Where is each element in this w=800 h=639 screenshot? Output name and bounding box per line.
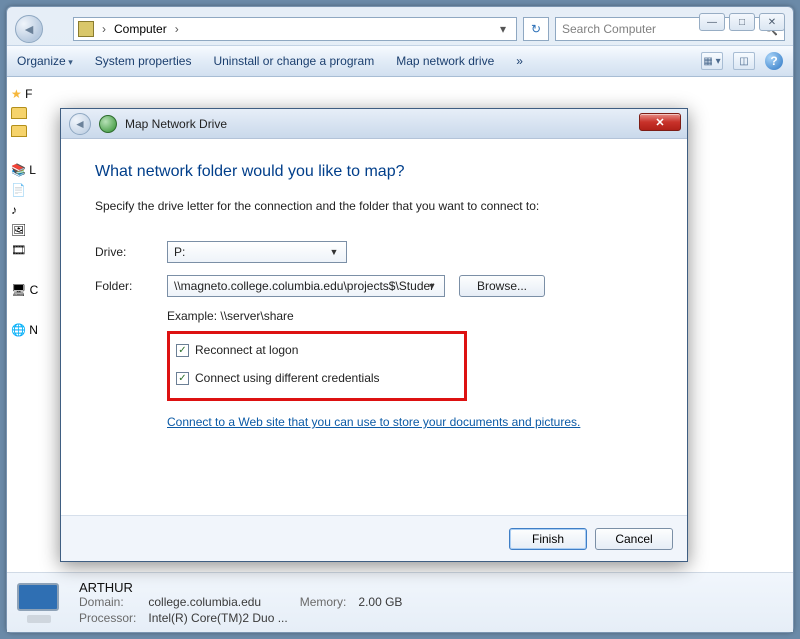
network-drive-icon [99,115,117,133]
breadcrumb-computer[interactable]: Computer [114,22,167,36]
close-window-button[interactable]: ✕ [759,13,785,31]
folder-combobox[interactable]: \\magneto.college.columbia.edu\projects$… [167,275,445,297]
videos-icon[interactable]: 🎞 [11,243,43,257]
breadcrumb-sep: › [98,22,110,36]
sidebar-computer[interactable]: 🖥 C [11,283,43,297]
folder-icon[interactable] [11,125,27,137]
back-icon[interactable]: ◄ [15,15,43,43]
toolbar-overflow[interactable]: » [516,54,523,68]
computer-name: ARTHUR [79,580,402,595]
drive-value: P: [174,245,185,259]
navigation-row: ◄ ► › Computer › ▾ ↻ Search Computer 🔍 [7,7,793,45]
minimize-button[interactable]: — [699,13,725,31]
reconnect-label: Reconnect at logon [195,343,298,357]
command-bar: Organize System properties Uninstall or … [7,45,793,77]
document-icon[interactable]: 📄 [11,183,43,197]
different-credentials-label: Connect using different credentials [195,371,380,385]
drive-label: Drive: [95,245,167,259]
help-icon[interactable]: ? [765,52,783,70]
memory-label: Memory: [300,595,347,609]
dialog-back-icon[interactable]: ◄ [69,113,91,135]
dialog-body: What network folder would you like to ma… [61,139,687,515]
breadcrumb-sep2: › [171,22,183,36]
computer-icon [78,21,94,37]
window-controls: — □ ✕ [699,13,785,31]
preview-pane-icon[interactable]: ◫ [733,52,755,70]
computer-large-icon [17,583,65,623]
details-pane: ARTHUR Domain: college.columbia.edu Memo… [7,572,793,632]
maximize-button[interactable]: □ [729,13,755,31]
drive-combobox[interactable]: P: ▼ [167,241,347,263]
dialog-subtext: Specify the drive letter for the connect… [95,199,653,213]
nav-back-forward[interactable]: ◄ ► [15,14,67,44]
dialog-titlebar[interactable]: ◄ Map Network Drive ✕ [61,109,687,139]
map-network-drive-dialog: ◄ Map Network Drive ✕ What network folde… [60,108,688,562]
sidebar-favorites[interactable]: ★ F [11,87,43,101]
connect-website-link[interactable]: Connect to a Web site that you can use t… [167,415,580,429]
refresh-button[interactable]: ↻ [523,17,549,41]
cancel-button[interactable]: Cancel [595,528,673,550]
address-bar[interactable]: › Computer › ▾ [73,17,517,41]
processor-label: Processor: [79,611,136,625]
memory-value: 2.00 GB [358,595,402,609]
folder-value: \\magneto.college.columbia.edu\projects$… [174,279,434,293]
dialog-title: Map Network Drive [125,117,227,131]
browse-button[interactable]: Browse... [459,275,545,297]
system-properties-button[interactable]: System properties [95,54,192,68]
map-network-drive-button[interactable]: Map network drive [396,54,494,68]
chevron-down-icon: ▼ [326,244,342,260]
dialog-close-button[interactable]: ✕ [639,113,681,131]
domain-value: college.columbia.edu [148,595,287,609]
finish-button[interactable]: Finish [509,528,587,550]
uninstall-program-button[interactable]: Uninstall or change a program [213,54,374,68]
different-credentials-checkbox[interactable]: ✓ [176,372,189,385]
search-placeholder: Search Computer [562,22,656,36]
dialog-footer: Finish Cancel [61,515,687,561]
star-icon: ★ [11,87,22,101]
sidebar-network[interactable]: 🌐 N [11,323,43,337]
processor-value: Intel(R) Core(TM)2 Duo ... [148,611,287,625]
dialog-heading: What network folder would you like to ma… [95,163,653,181]
address-dropdown-icon[interactable]: ▾ [494,22,512,36]
highlighted-checkbox-group: ✓ Reconnect at logon ✓ Connect using dif… [167,331,467,401]
folder-icon[interactable] [11,107,27,119]
reconnect-checkbox[interactable]: ✓ [176,344,189,357]
chevron-down-icon: ▼ [424,278,440,294]
navigation-pane: ★ F 📚 L 📄 ♪ 🖼 🎞 🖥 C 🌐 N [7,77,47,572]
music-icon[interactable]: ♪ [11,203,43,217]
organize-menu[interactable]: Organize [17,54,73,68]
pictures-icon[interactable]: 🖼 [11,223,43,237]
sidebar-libraries[interactable]: 📚 L [11,163,43,177]
view-options-icon[interactable]: ▦ ▾ [701,52,723,70]
folder-label: Folder: [95,279,167,293]
example-text: Example: \\server\share [167,309,653,323]
domain-label: Domain: [79,595,136,609]
